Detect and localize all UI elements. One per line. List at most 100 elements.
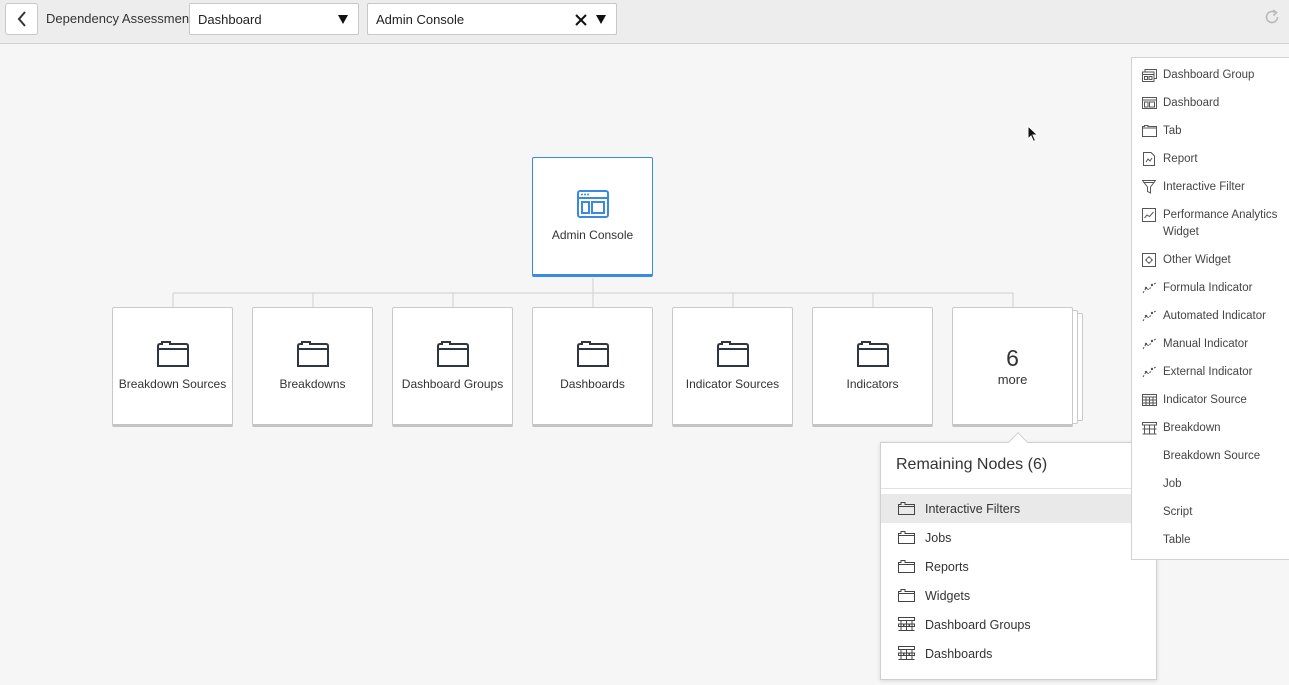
legend-item-interactive-filter: Interactive Filter [1141,179,1288,196]
legend-item-label: Tab [1163,125,1182,137]
legend-item-label: Breakdown [1163,422,1221,434]
legend-item-label: Report [1163,153,1198,165]
legend-item-label: Table [1163,534,1191,546]
folder-icon [898,531,915,545]
legend-item-label: Performance Analytics Widget [1163,209,1278,238]
node-breakdown-sources[interactable]: Breakdown Sources [112,307,233,427]
legend-item-dashboard-group: Dashboard Group [1141,67,1288,84]
item-select[interactable]: Admin Console [367,3,617,35]
legend-item-performance-analytics-widget: Performance Analytics Widget [1141,207,1288,241]
caret-down-icon[interactable] [596,15,606,24]
legend-item-report: Report [1141,151,1288,168]
node-label: Dashboard Groups [401,377,504,391]
node-dashboard-groups[interactable]: Dashboard Groups [392,307,513,427]
legend-item-automated-indicator: Automated Indicator [1141,308,1288,325]
widget-icon [1141,252,1157,268]
legend-item-formula-indicator: Formula Indicator [1141,280,1288,297]
report-icon [1141,151,1157,167]
dashboard-group-icon [1141,67,1157,83]
breakdown-icon [898,617,915,632]
remaining-item-label: Dashboard Groups [925,617,1031,632]
root-node[interactable]: Admin Console [532,157,653,277]
legend-item-label: Indicator Source [1163,394,1247,406]
folder-icon [156,341,189,367]
job-icon [1141,476,1157,492]
remaining-item-widgets[interactable]: Widgets [881,581,1156,610]
legend-item-job: Job [1141,476,1288,493]
legend-item-dashboard: Dashboard [1141,95,1288,112]
dashboard-icon [576,190,609,218]
legend-item-table: Table [1141,532,1288,549]
legend-item-label: Script [1163,506,1193,518]
legend-item-label: External Indicator [1163,366,1253,378]
folder-icon [856,341,889,367]
refresh-button[interactable] [1263,8,1281,31]
back-button[interactable] [5,3,38,35]
node-label: Breakdowns [279,377,346,391]
type-select[interactable]: Dashboard [189,3,359,35]
legend-item-external-indicator: External Indicator [1141,364,1288,381]
node-indicators[interactable]: Indicators [812,307,933,427]
legend-item-label: Job [1163,478,1182,490]
chevron-left-icon [17,11,26,27]
breakdown-source-icon [1141,448,1157,464]
dashboard-icon [1141,95,1157,111]
legend-item-other-widget: Other Widget [1141,252,1288,269]
folder-icon [898,589,915,603]
chart-icon [1141,207,1157,223]
legend-item-label: Breakdown Source [1163,450,1261,462]
breakdown-icon [898,646,915,661]
legend-item-manual-indicator: Manual Indicator [1141,336,1288,353]
node-label: Indicators [846,377,899,391]
indicator-source-icon [1141,392,1157,408]
node-label: Dashboards [560,377,625,391]
caret-down-icon [338,15,348,24]
node-label: Indicator Sources [685,377,780,391]
remaining-item-jobs[interactable]: Jobs [881,523,1156,552]
filter-icon [1141,179,1157,195]
folder-icon [296,341,329,367]
remaining-item-dashboard-groups[interactable]: Dashboard Groups [881,610,1156,639]
node-label: Breakdown Sources [118,377,227,391]
popover-title: Remaining Nodes (6) [896,456,1048,473]
remaining-item-dashboards[interactable]: Dashboards [881,639,1156,668]
legend-item-label: Manual Indicator [1163,338,1249,350]
legend-item-label: Dashboard [1163,97,1220,109]
breakdown-icon [1141,420,1157,436]
popover-arrow [1008,432,1028,452]
folder-icon [716,341,749,367]
node-indicator-sources[interactable]: Indicator Sources [672,307,793,427]
indicator-icon [1141,280,1157,296]
remaining-item-label: Dashboards [925,646,993,661]
remaining-item-label: Widgets [925,588,971,603]
indicator-icon [1141,336,1157,352]
legend-item-label: Dashboard Group [1163,69,1255,81]
legend-item-label: Automated Indicator [1163,310,1266,322]
node-label: Admin Console [551,228,634,242]
refresh-icon [1265,9,1279,24]
remaining-item-label: Interactive Filters [925,501,1021,516]
folder-icon [576,341,609,367]
more-nodes-button[interactable]: 6 more [952,307,1073,427]
remaining-item-reports[interactable]: Reports [881,552,1156,581]
script-icon [1141,504,1157,520]
top-toolbar: Dependency Assessment Dashboard Admin Co… [0,0,1289,44]
node-breakdowns[interactable]: Breakdowns [252,307,373,427]
node-dashboards[interactable]: Dashboards [532,307,653,427]
clear-icon[interactable] [574,10,588,30]
more-label: more [997,371,1028,387]
mouse-cursor-icon [1027,125,1039,143]
legend-item-breakdown: Breakdown [1141,420,1288,437]
legend-item-breakdown-source: Breakdown Source [1141,448,1288,465]
legend-item-label: Formula Indicator [1163,282,1253,294]
folder-icon [898,502,915,516]
indicator-icon [1141,364,1157,380]
remaining-item-interactive-filters[interactable]: Interactive Filters [881,494,1156,523]
remaining-item-label: Reports [925,559,969,574]
item-select-value: Admin Console [376,12,465,27]
legend-item-indicator-source: Indicator Source [1141,392,1288,409]
legend-item-script: Script [1141,504,1288,521]
folder-icon [898,560,915,574]
legend-item-tab: Tab [1141,123,1288,140]
legend-panel: Dashboard Group Dashboard Tab Report Int… [1131,57,1289,560]
